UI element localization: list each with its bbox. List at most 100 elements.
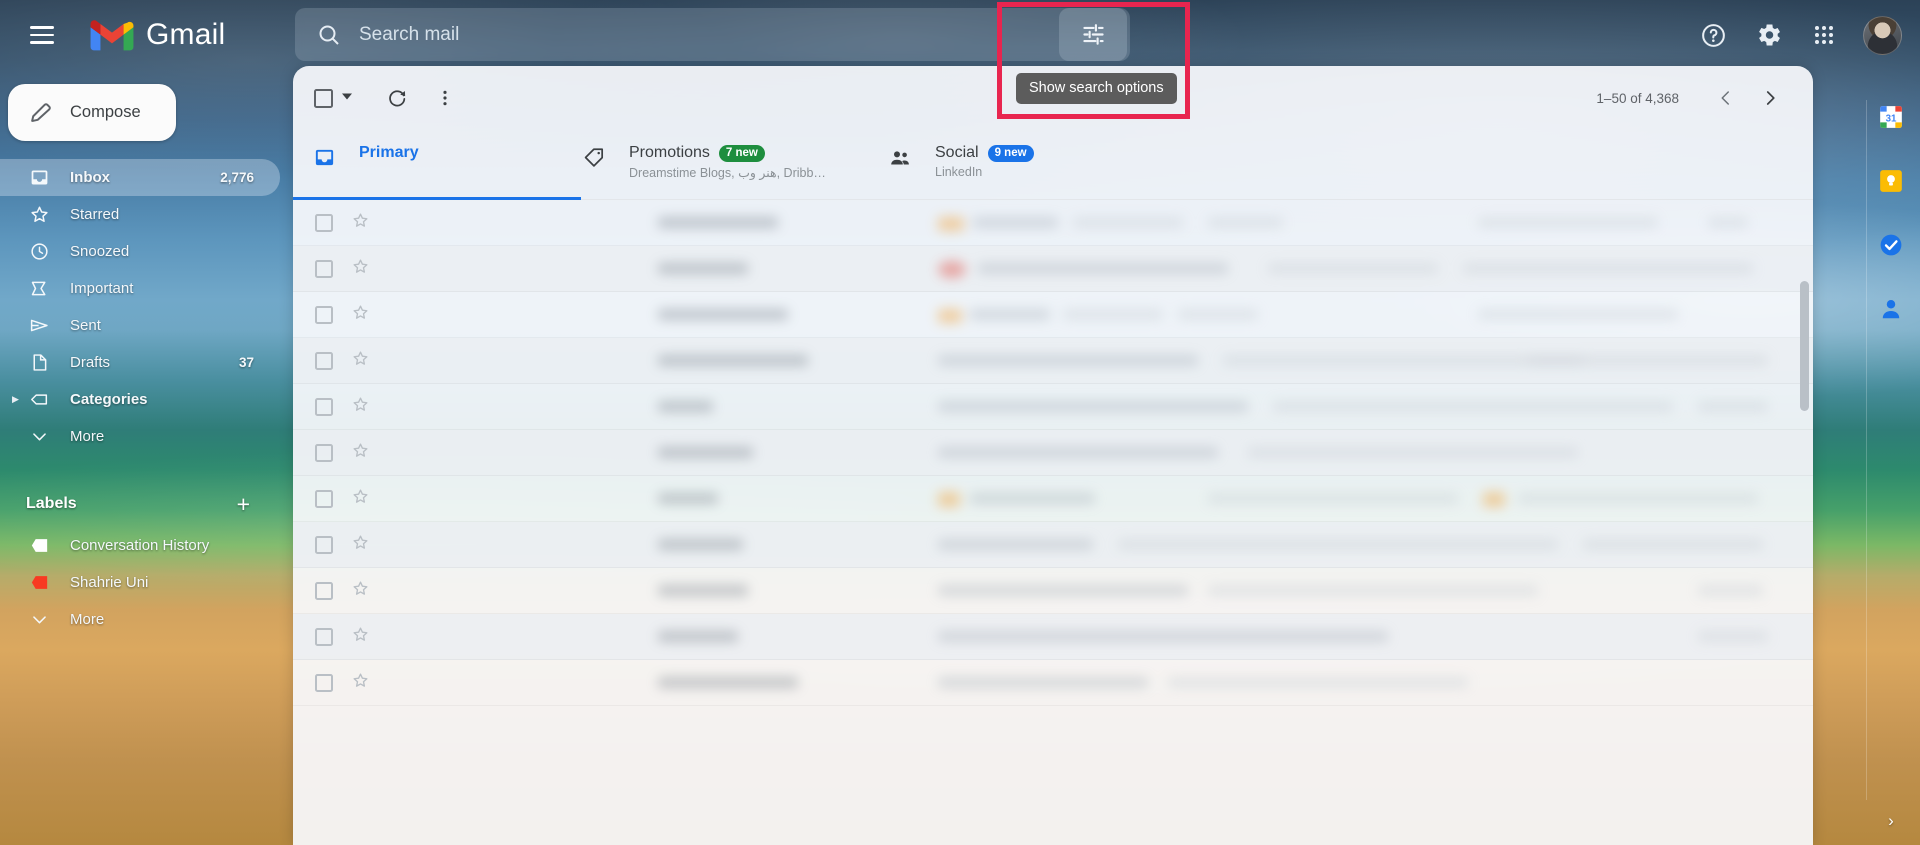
table-row[interactable] xyxy=(293,614,1813,660)
tab-subtitle: LinkedIn xyxy=(935,165,983,179)
row-checkbox[interactable] xyxy=(315,305,333,324)
row-checkbox[interactable] xyxy=(315,443,333,462)
gmail-wordmark: Gmail xyxy=(146,18,226,51)
table-row[interactable] xyxy=(293,568,1813,614)
sidebar-item-more[interactable]: More xyxy=(0,418,280,455)
mail-panel: 1–50 of 4,368 Primary Promotions 7 new D… xyxy=(293,66,1813,845)
search-bar[interactable] xyxy=(295,8,1130,61)
google-contacts-icon[interactable] xyxy=(1878,296,1904,322)
table-row[interactable] xyxy=(293,200,1813,246)
refresh-button[interactable] xyxy=(377,78,417,118)
select-all-checkbox[interactable] xyxy=(314,88,333,108)
tab-promotions[interactable]: Promotions 7 new Dreamstime Blogs, هنر و… xyxy=(581,130,887,199)
sidebar-item-label: Sent xyxy=(70,317,101,334)
star-icon[interactable] xyxy=(351,533,370,557)
labels-header: Labels + xyxy=(0,485,280,523)
row-checkbox[interactable] xyxy=(315,535,333,554)
table-row[interactable] xyxy=(293,660,1813,706)
plus-icon[interactable]: + xyxy=(237,491,250,518)
row-checkbox[interactable] xyxy=(315,489,333,508)
select-all-dropdown-icon[interactable] xyxy=(341,89,353,107)
star-icon[interactable] xyxy=(351,441,370,465)
star-icon[interactable] xyxy=(351,257,370,281)
google-calendar-icon[interactable]: 31 xyxy=(1878,104,1904,130)
row-checkbox[interactable] xyxy=(315,627,333,646)
star-icon[interactable] xyxy=(351,211,370,235)
table-row[interactable] xyxy=(293,246,1813,292)
label-item-more[interactable]: More xyxy=(0,601,280,638)
star-icon[interactable] xyxy=(351,671,370,695)
star-icon[interactable] xyxy=(351,579,370,603)
sidebar-item-important[interactable]: Important xyxy=(0,270,280,307)
more-options-button[interactable] xyxy=(425,78,465,118)
gmail-logo[interactable]: Gmail xyxy=(90,18,225,52)
sidebar-item-snoozed[interactable]: Snoozed xyxy=(0,233,280,270)
row-checkbox[interactable] xyxy=(315,581,333,600)
table-row[interactable] xyxy=(293,430,1813,476)
drafts-count: 37 xyxy=(238,355,254,370)
sidebar-item-label: Starred xyxy=(70,206,120,223)
sidebar-item-inbox[interactable]: Inbox 2,776 xyxy=(0,159,280,196)
hamburger-menu-icon[interactable] xyxy=(30,26,54,44)
search-input[interactable] xyxy=(359,23,1130,46)
tab-social[interactable]: Social 9 new LinkedIn xyxy=(887,130,1193,199)
table-row[interactable] xyxy=(293,522,1813,568)
star-icon[interactable] xyxy=(351,487,370,511)
google-tasks-icon[interactable] xyxy=(1878,232,1904,258)
refresh-icon xyxy=(389,90,406,107)
label-item-conversation-history[interactable]: Conversation History xyxy=(0,527,280,564)
row-content-obscured xyxy=(648,660,1795,705)
row-checkbox[interactable] xyxy=(315,259,333,278)
next-page-button[interactable] xyxy=(1751,79,1789,117)
table-row[interactable] xyxy=(293,292,1813,338)
chevron-down-icon xyxy=(26,610,52,629)
sidebar-item-starred[interactable]: Starred xyxy=(0,196,280,233)
tab-label: Promotions xyxy=(629,144,710,161)
row-checkbox[interactable] xyxy=(315,673,333,692)
show-search-options-button[interactable] xyxy=(1059,8,1127,61)
label-item-label: Shahrie Uni xyxy=(70,574,149,591)
tab-primary[interactable]: Primary xyxy=(293,130,581,200)
sidebar-item-sent[interactable]: Sent xyxy=(0,307,280,344)
google-keep-icon[interactable] xyxy=(1878,168,1904,194)
chevron-left-icon xyxy=(1721,91,1729,105)
table-row[interactable] xyxy=(293,384,1813,430)
star-icon[interactable] xyxy=(351,349,370,373)
top-right-actions xyxy=(1690,0,1902,70)
side-panel-divider xyxy=(1866,100,1867,800)
sidebar-item-drafts[interactable]: Drafts 37 xyxy=(0,344,280,381)
settings-button[interactable] xyxy=(1745,12,1792,59)
sidebar-item-categories[interactable]: ▶ Categories xyxy=(0,381,280,418)
compose-button[interactable]: Compose xyxy=(8,84,176,141)
message-list-scrollbar[interactable] xyxy=(1800,281,1809,411)
search-options-tooltip: Show search options xyxy=(1016,73,1177,104)
table-row[interactable] xyxy=(293,338,1813,384)
help-icon xyxy=(1702,23,1725,47)
category-tabs: Primary Promotions 7 new Dreamstime Blog… xyxy=(293,130,1813,200)
row-checkbox[interactable] xyxy=(315,351,333,370)
label-item-shahrie-uni[interactable]: Shahrie Uni xyxy=(0,564,280,601)
compose-label: Compose xyxy=(70,103,141,121)
clock-icon xyxy=(26,241,52,262)
label-item-label: Conversation History xyxy=(70,537,210,554)
tab-badge: 9 new xyxy=(987,144,1034,162)
row-checkbox[interactable] xyxy=(315,213,333,232)
star-icon[interactable] xyxy=(351,303,370,327)
search-icon xyxy=(319,24,339,45)
tab-badge: 7 new xyxy=(718,144,765,162)
row-content-obscured xyxy=(648,522,1795,567)
tune-icon xyxy=(1082,24,1104,45)
row-content-obscured xyxy=(648,384,1795,429)
inbox-icon xyxy=(26,167,52,188)
help-button[interactable] xyxy=(1690,12,1737,59)
avatar[interactable] xyxy=(1863,15,1902,55)
table-row[interactable] xyxy=(293,476,1813,522)
expand-side-panel-button[interactable]: › xyxy=(1888,811,1894,831)
row-content-obscured xyxy=(648,614,1795,659)
row-checkbox[interactable] xyxy=(315,397,333,416)
previous-page-button[interactable] xyxy=(1707,79,1745,117)
star-icon[interactable] xyxy=(351,395,370,419)
star-icon[interactable] xyxy=(351,625,370,649)
google-apps-button[interactable] xyxy=(1800,12,1847,59)
sidebar-item-label: Categories xyxy=(70,391,148,408)
